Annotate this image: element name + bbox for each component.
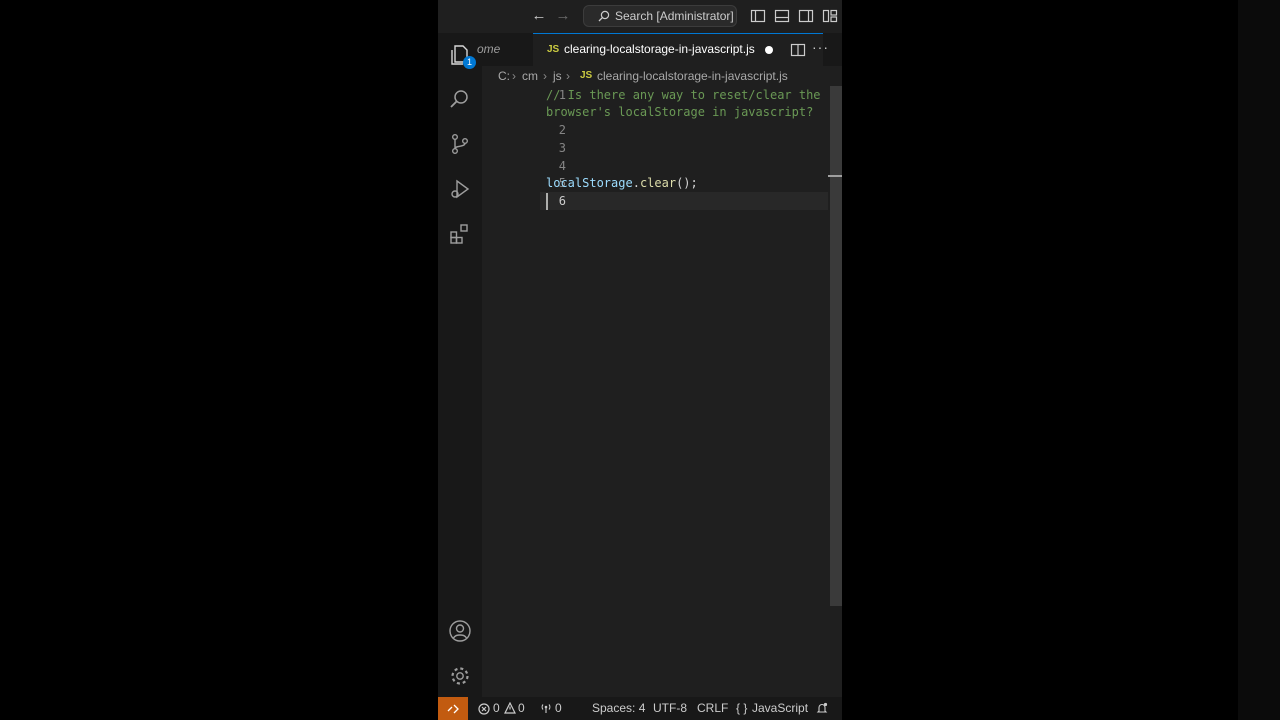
tab-home-label: ome (477, 42, 501, 56)
more-actions-icon[interactable]: ··· (812, 39, 829, 55)
status-bar: 0 0 0 Spaces: 4 UTF-8 CRLF { } JavaScrip… (438, 697, 842, 720)
gear-icon[interactable] (448, 664, 472, 688)
run-debug-icon[interactable] (448, 177, 472, 201)
code-call: (); (676, 176, 698, 190)
language-mode[interactable]: JavaScript (752, 701, 808, 715)
code-editor[interactable]: 1 2 3 4 5 6 // Is there any way to reset… (482, 86, 828, 697)
indentation-status[interactable]: Spaces: 4 (592, 701, 645, 715)
toggle-secondary-sidebar-icon[interactable] (798, 8, 814, 24)
error-count[interactable]: 0 (493, 701, 500, 715)
notifications-bell-icon[interactable] (816, 702, 828, 714)
extensions-icon[interactable] (448, 222, 472, 246)
line-number: 3 (558, 141, 566, 155)
breadcrumb-file[interactable]: clearing-localstorage-in-javascript.js (597, 69, 788, 83)
editor-tabs: ome JS clearing-localstorage-in-javascri… (477, 33, 842, 66)
chevron-right-icon: › (543, 69, 547, 83)
breadcrumb-folder-cm[interactable]: cm (522, 69, 538, 83)
remote-icon (447, 704, 459, 714)
forward-arrow-icon[interactable]: → (555, 8, 571, 24)
customize-layout-icon[interactable] (822, 8, 838, 24)
ports-broadcast-icon (541, 704, 551, 713)
title-bar: ← → Search [Administrator] (438, 0, 842, 33)
unsaved-dot-icon[interactable] (765, 46, 773, 54)
code-dot: . (632, 176, 640, 190)
eol-status[interactable]: CRLF (697, 701, 728, 715)
line-number: 6 (558, 194, 566, 208)
source-control-icon[interactable] (448, 132, 472, 156)
text-cursor (546, 193, 548, 210)
tab-active-label: clearing-localstorage-in-javascript.js (564, 42, 755, 56)
warning-count[interactable]: 0 (518, 701, 525, 715)
right-black-bar (1238, 0, 1280, 720)
vscode-window: ← → Search [Administrator] 1 ome JS clea… (438, 0, 842, 720)
chevron-right-icon: › (566, 69, 570, 83)
code-comment-wrap: browser's localStorage in javascript? (546, 105, 814, 119)
ports-count[interactable]: 0 (555, 701, 562, 715)
breadcrumb: C: › cm › js › JS clearing-localstorage-… (482, 66, 842, 86)
code-object: localStorage (546, 176, 633, 190)
code-comment-line: // Is there any way to reset/clear the (546, 88, 821, 102)
current-line-highlight (540, 192, 828, 210)
command-center-search[interactable]: Search [Administrator] (583, 5, 737, 27)
error-icon (478, 703, 490, 715)
account-icon[interactable] (448, 619, 472, 643)
tab-active-file[interactable]: JS clearing-localstorage-in-javascript.j… (533, 33, 823, 66)
back-arrow-icon[interactable]: ← (531, 8, 547, 24)
line-number: 2 (558, 123, 566, 137)
code-statement: localStorage.clear(); (546, 176, 698, 190)
line-number: 4 (558, 159, 566, 173)
remote-indicator[interactable] (438, 697, 468, 720)
toggle-primary-sidebar-icon[interactable] (750, 8, 766, 24)
encoding-status[interactable]: UTF-8 (653, 701, 687, 715)
toggle-panel-icon[interactable] (774, 8, 790, 24)
search-icon (598, 10, 610, 22)
editor-scrollbar[interactable] (828, 86, 842, 697)
js-file-icon: JS (580, 70, 593, 81)
code-function: clear (639, 176, 677, 190)
braces-icon: { } (736, 701, 748, 715)
scrollbar-thumb[interactable] (830, 86, 842, 606)
split-editor-icon[interactable] (790, 42, 806, 58)
chevron-right-icon: › (512, 69, 516, 83)
search-icon[interactable] (448, 87, 472, 111)
activity-bar: 1 (438, 33, 482, 697)
js-file-icon: JS (547, 44, 560, 55)
cursor-position-marker (828, 175, 842, 177)
warning-icon (504, 702, 516, 714)
search-label: Search [Administrator] (615, 9, 734, 23)
explorer-badge: 1 (463, 56, 476, 69)
breadcrumb-folder-js[interactable]: js (553, 69, 562, 83)
tab-home[interactable]: ome (477, 33, 532, 66)
breadcrumb-drive[interactable]: C: (498, 69, 510, 83)
